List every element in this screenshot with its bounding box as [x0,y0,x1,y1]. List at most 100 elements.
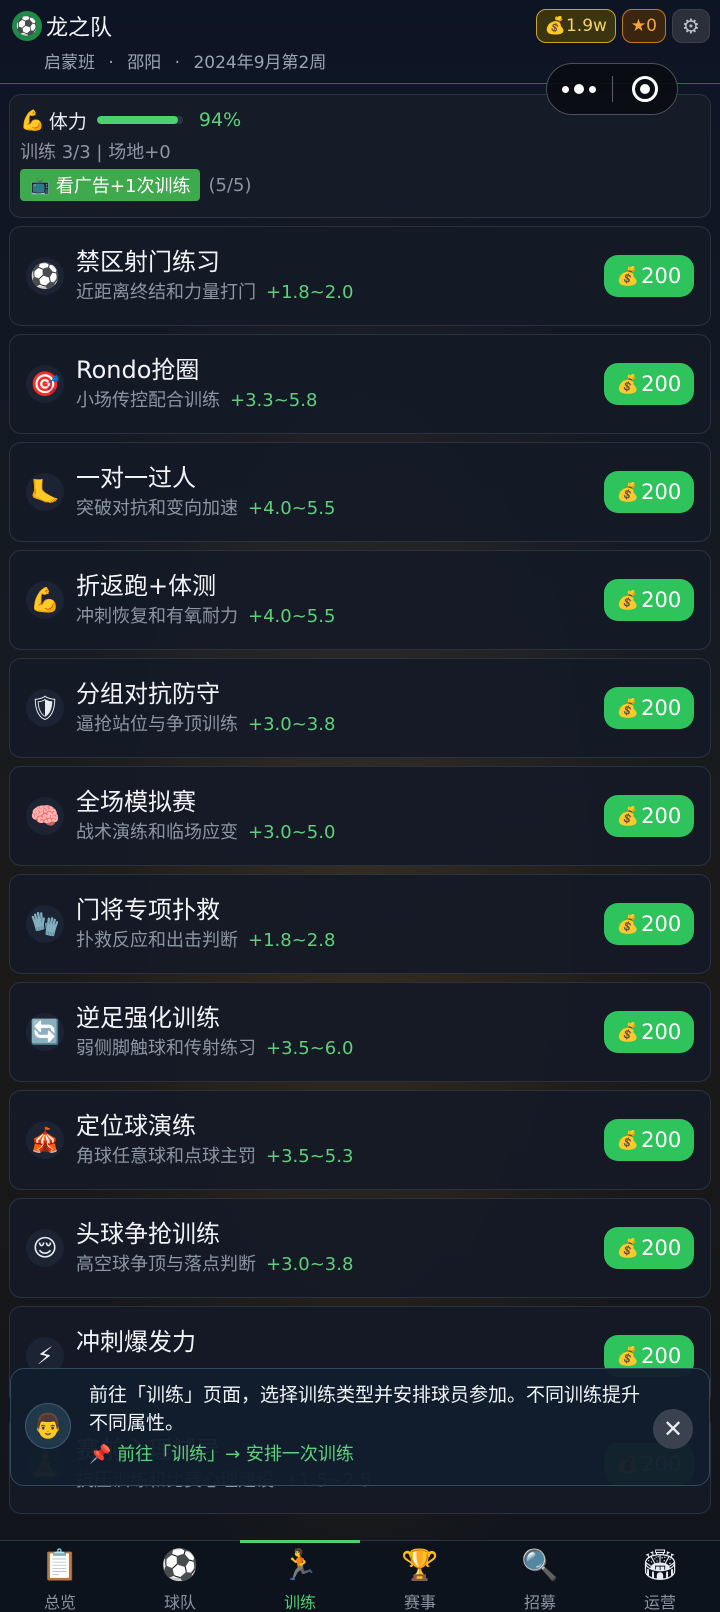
training-cost: 200 [641,588,682,612]
start-training-button[interactable]: 💰200 [604,1227,694,1269]
stamina-bar [96,116,183,124]
watch-ad-button[interactable]: 📺 看广告+1次训练 [20,169,201,201]
tab-4[interactable]: 🔍 招募 [480,1541,600,1612]
training-desc: 弱侧脚触球和传射练习 [76,1038,256,1059]
miniprogram-capsule [546,63,678,115]
start-training-button[interactable]: 💰200 [604,363,694,405]
training-card[interactable]: 💪 折返跑+体测 冲刺恢复和有氧耐力 +4.0~5.5 💰 200 [9,550,711,650]
tab-3[interactable]: 🏆 赛事 [360,1541,480,1612]
money-bag-icon: 💰 [616,373,640,395]
tv-icon: 📺 [30,175,50,195]
magnifier-icon: 🔍 [521,1548,559,1583]
training-card[interactable]: 🔄 逆足强化训练 弱侧脚触球和传射练习 +3.5~6.0 💰 200 [9,982,711,1082]
page: ⚽ 龙之队 启蒙班 · 邵阳 · 2024年9月第2周 💰 1.9w ★ 0 ⚙ 💪… [0,0,720,1514]
start-training-button[interactable]: 💰200 [604,579,694,621]
team-level: 启蒙班 [44,53,95,73]
close-miniprogram-button[interactable] [613,76,678,102]
training-card[interactable]: 🧤 门将专项扑救 扑救反应和出击判断 +1.8~2.8 💰 200 [9,874,711,974]
tab-label: 运营 [643,1593,676,1612]
ad-count: (5/5) [208,174,252,196]
coins-badge[interactable]: 💰 1.9w [535,9,616,43]
start-training-button[interactable]: 💰200 [604,471,694,513]
training-cost: 200 [641,372,682,396]
start-training-button[interactable]: 💰200 [604,255,694,297]
soccer-ball-icon: ⚽ [26,257,64,295]
ad-row: 📺 看广告+1次训练 (5/5) [20,169,700,201]
tab-5[interactable]: 🏟 运营 [600,1541,720,1612]
money-bag-icon: 💰 [544,16,566,36]
coach-avatar-icon: 👨 [25,1403,71,1449]
money-bag-icon: 💰 [616,1021,640,1043]
separator: · [174,53,181,73]
start-training-button[interactable]: 💰200 [604,795,694,837]
stamina-percent: 94% [198,109,242,131]
money-bag-icon: 💰 [616,805,640,827]
training-cost: 200 [641,480,682,504]
target-icon: 🎯 [26,365,64,403]
stamina-label: 体力 [48,110,87,133]
training-card[interactable]: 🦶 一对一过人 突破对抗和变向加速 +4.0~5.5 💰 200 [9,442,711,542]
training-count: 训练 3/3 | 场地+0 [20,142,171,163]
settings-button[interactable]: ⚙ [672,9,710,43]
foot-icon: 🦶 [26,473,64,511]
start-training-button[interactable]: 💰200 [604,1011,694,1053]
money-bag-icon: 💰 [616,697,640,719]
tab-0[interactable]: 📋 总览 [0,1541,120,1612]
training-desc: 近距离终结和力量打门 [76,282,256,303]
money-bag-icon: 💰 [616,1345,640,1367]
more-menu-button[interactable] [547,84,612,94]
start-training-button[interactable]: 💰200 [604,687,694,729]
stars-value: 0 [646,16,657,36]
tab-1[interactable]: ⚽ 球队 [120,1541,240,1612]
training-card[interactable]: 🛡 分组对抗防守 逼抢站位与争顶训练 +3.0~3.8 💰 200 [9,658,711,758]
guide-link[interactable]: 📌 前往「训练」→ 安排一次训练 [89,1441,643,1469]
clipboard-icon: 📋 [41,1548,79,1583]
team-logo-icon: ⚽ [12,11,42,41]
training-card[interactable]: 🎯 Rondo抢圈 小场传控配合训练 +3.3~5.8 💰 200 [9,334,711,434]
tent-icon: 🎪 [26,1121,64,1159]
training-desc: 冲刺恢复和有氧耐力 [76,606,238,627]
stadium-icon: 🏟 [640,1548,680,1583]
training-gain: +3.5~6.0 [266,1038,354,1059]
tab-2[interactable]: 🏃 训练 [240,1540,360,1612]
training-gain: +3.3~5.8 [230,390,318,411]
separator: · [108,53,114,73]
close-icon: ✕ [662,1415,684,1443]
training-gain: +1.8~2.0 [266,282,354,303]
training-card[interactable]: 🎪 定位球演练 角球任意球和点球主罚 +3.5~5.3 💰 200 [9,1090,711,1190]
resource-badges: 💰 1.9w ★ 0 ⚙ [535,9,710,43]
runner-icon: 🏃 [281,1548,319,1583]
training-gain: +1.8~2.8 [248,930,336,951]
money-bag-icon: 💰 [616,481,640,503]
soccer-ball-icon: ⚽ [161,1548,199,1583]
target-circle-icon [631,76,658,102]
muscle-icon: 💪 [20,108,45,132]
team-city: 邵阳 [127,53,162,73]
brain-icon: 🧠 [26,797,64,835]
training-list: ⚽ 禁区射门练习 近距离终结和力量打门 +1.8~2.0 💰 200 🎯 Rondo抢圈 小场传… [9,226,711,1514]
gloves-icon: 🧤 [26,905,64,943]
stars-badge[interactable]: ★ 0 [621,9,666,43]
tab-label: 赛事 [403,1593,436,1612]
training-gain: +3.0~3.8 [266,1254,354,1275]
training-gain: +3.0~5.0 [248,822,336,843]
guide-toast: 👨 前往「训练」页面，选择训练类型并安排球员参加。不同训练提升不同属性。 📌 前… [10,1368,710,1486]
money-bag-icon: 💰 [616,913,640,935]
star-icon: ★ [630,16,647,36]
team-name: 龙之队 [46,16,113,41]
training-gain: +4.0~5.5 [248,606,336,627]
training-desc: 高空球争顶与落点判断 [76,1254,256,1275]
start-training-button[interactable]: 💰200 [604,903,694,945]
tab-label: 球队 [163,1593,196,1612]
training-cost: 200 [641,912,682,936]
training-card[interactable]: ⚽ 禁区射门练习 近距离终结和力量打门 +1.8~2.0 💰 200 [9,226,711,326]
training-desc: 战术演练和临场应变 [76,822,238,843]
training-card[interactable]: 😌 头球争抢训练 高空球争顶与落点判断 +3.0~3.8 💰 200 [9,1198,711,1298]
start-training-button[interactable]: 💰200 [604,1119,694,1161]
training-gain: +3.0~3.8 [248,714,336,735]
money-bag-icon: 💰 [616,589,640,611]
training-cost: 200 [641,1020,682,1044]
guide-body: 前往「训练」页面，选择训练类型并安排球员参加。不同训练提升不同属性。 📌 前往「… [89,1381,695,1473]
training-card[interactable]: 🧠 全场模拟赛 战术演练和临场应变 +3.0~5.0 💰 200 [9,766,711,866]
close-guide-button[interactable]: ✕ [653,1409,693,1449]
